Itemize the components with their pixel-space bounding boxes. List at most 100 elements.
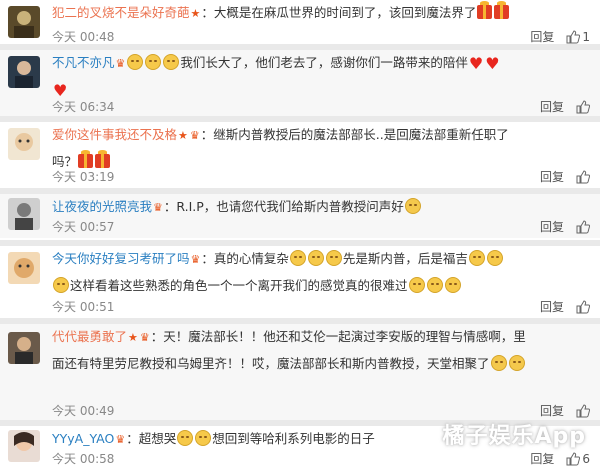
comment-item: 爱你这件事我还不及格★ ♛：继斯内普教授后的魔法部部长..是回魔法部重新任职了吗？… bbox=[0, 122, 600, 188]
comment-text: ：继斯内普教授后的魔法部部长..是回魔法部重新任职了 bbox=[200, 127, 509, 142]
vip-badge-icon: ♛ bbox=[189, 129, 200, 142]
timestamp: 今天 00:51 bbox=[52, 300, 115, 314]
gift-icon bbox=[78, 150, 94, 168]
crying-face-icon bbox=[404, 198, 421, 214]
thumbs-up-icon bbox=[576, 169, 590, 183]
pensive-face-icon bbox=[325, 250, 342, 266]
timestamp: 今天 00:58 bbox=[52, 452, 115, 466]
like-button[interactable] bbox=[576, 299, 590, 314]
comment-actions: 回复 bbox=[540, 298, 590, 315]
avatar[interactable] bbox=[8, 6, 40, 38]
pensive-face-icon bbox=[444, 277, 461, 293]
comment-actions: 回复 bbox=[540, 402, 590, 419]
gift-icon bbox=[477, 1, 493, 19]
avatar[interactable] bbox=[8, 332, 40, 364]
comment-text: ：天！魔法部长！！他还和艾伦一起演过李安版的理智与情感啊，里 bbox=[150, 329, 526, 344]
comment-text-continued: 这样看着这些熟悉的角色一个一个离开我们的感觉真的很难过 bbox=[70, 278, 408, 293]
star-badge-icon: ★ bbox=[178, 129, 188, 142]
like-button[interactable]: 6 bbox=[566, 452, 590, 466]
comment-body: 代代最勇敢了★ ♛：天！魔法部长！！他还和艾伦一起演过李安版的理智与情感啊，里面还… bbox=[52, 324, 592, 377]
sad-face-icon bbox=[127, 54, 144, 70]
pensive-face-icon bbox=[289, 250, 306, 266]
timestamp: 今天 03:19 bbox=[52, 170, 115, 184]
like-button[interactable] bbox=[576, 99, 590, 114]
gift-icon bbox=[494, 1, 510, 19]
reply-button[interactable]: 回复 bbox=[530, 450, 554, 467]
comment-actions: 回复 bbox=[540, 168, 590, 185]
comment-text: ：大概是在麻瓜世界的时间到了，该回到魔法界了 bbox=[201, 5, 477, 20]
avatar[interactable] bbox=[8, 198, 40, 230]
comment-text: ：真的心情复杂 bbox=[201, 251, 289, 266]
star-badge-icon: ★ bbox=[128, 331, 138, 344]
pensive-face-icon bbox=[53, 277, 69, 293]
username[interactable]: 不凡不亦凡 bbox=[52, 55, 115, 70]
username[interactable]: 代代最勇敢了 bbox=[52, 329, 127, 344]
username[interactable]: YYyA_YAO bbox=[52, 431, 114, 446]
comment-text-continued: 面还有特里劳尼教授和乌姆里齐！！哎，魔法部部长和斯内普教授，天堂相聚了 bbox=[52, 356, 490, 371]
reply-button[interactable]: 回复 bbox=[540, 402, 564, 419]
comment-actions: 回复 1 bbox=[530, 28, 590, 45]
like-button[interactable] bbox=[576, 403, 590, 418]
comment-feed: 犯二的叉烧不是朵好奇葩★：大概是在麻瓜世界的时间到了，该回到魔法界了 今天 00… bbox=[0, 0, 600, 475]
pensive-face-icon bbox=[426, 277, 443, 293]
like-count: 1 bbox=[582, 29, 590, 44]
gift-icon bbox=[95, 150, 111, 168]
thumbs-up-icon bbox=[566, 451, 581, 465]
pensive-face-icon bbox=[486, 250, 503, 266]
sad-face-icon bbox=[163, 54, 180, 70]
comment-text-mid: 想回到等哈利系列电影的日子 bbox=[212, 431, 375, 446]
sad-face-icon bbox=[145, 54, 162, 70]
pensive-face-icon bbox=[408, 277, 425, 293]
crying-face-icon bbox=[508, 355, 525, 371]
pensive-face-icon bbox=[177, 430, 194, 446]
reply-button[interactable]: 回复 bbox=[530, 28, 554, 45]
avatar[interactable] bbox=[8, 56, 40, 88]
comment-body: 爱你这件事我还不及格★ ♛：继斯内普教授后的魔法部部长..是回魔法部重新任职了吗？ bbox=[52, 122, 592, 175]
comment-text: ：R.I.P，也请您代我们给斯内普教授问声好 bbox=[163, 199, 404, 214]
heart-icon: ♥ bbox=[468, 54, 484, 73]
reply-button[interactable]: 回复 bbox=[540, 168, 564, 185]
like-button[interactable]: 1 bbox=[566, 30, 590, 44]
watermark: 橘子娱乐App bbox=[442, 424, 586, 449]
vip-badge-icon: ♛ bbox=[139, 331, 150, 344]
avatar[interactable] bbox=[8, 128, 40, 160]
reply-button[interactable]: 回复 bbox=[540, 218, 564, 235]
comment-item: 让夜夜的光照亮我♛：R.I.P，也请您代我们给斯内普教授问声好 今天 00:57… bbox=[0, 194, 600, 238]
username[interactable]: 犯二的叉烧不是朵好奇葩 bbox=[52, 5, 190, 20]
comment-item: 犯二的叉烧不是朵好奇葩★：大概是在麻瓜世界的时间到了，该回到魔法界了 今天 00… bbox=[0, 0, 600, 46]
username[interactable]: 爱你这件事我还不及格 bbox=[52, 127, 177, 142]
avatar[interactable] bbox=[8, 430, 40, 462]
thumbs-up-icon bbox=[576, 99, 590, 113]
thumbs-up-icon bbox=[576, 299, 590, 313]
comment-body: 今天你好好复习考研了吗♛：真的心情复杂 先是斯内普，后是福吉这样看着这些熟悉的角色… bbox=[52, 246, 592, 299]
comment-body: 让夜夜的光照亮我♛：R.I.P，也请您代我们给斯内普教授问声好 bbox=[52, 194, 592, 221]
star-badge-icon: ★ bbox=[190, 7, 201, 20]
timestamp: 今天 00:48 bbox=[52, 30, 115, 44]
crying-face-icon bbox=[490, 355, 507, 371]
comment-item: 代代最勇敢了★ ♛：天！魔法部长！！他还和艾伦一起演过李安版的理智与情感啊，里面还… bbox=[0, 324, 600, 420]
thumbs-up-icon bbox=[576, 219, 590, 233]
username[interactable]: 让夜夜的光照亮我 bbox=[52, 199, 152, 214]
comment-body: 不凡不亦凡♛ 我们长大了，他们老去了，感谢你们一路带来的陪伴♥ ♥ ♥ bbox=[52, 50, 592, 104]
timestamp: 今天 06:34 bbox=[52, 100, 115, 114]
comment-text: ：超想哭 bbox=[126, 431, 177, 446]
timestamp: 今天 00:57 bbox=[52, 220, 115, 234]
comment-text-continued: 吗？ bbox=[52, 154, 78, 169]
comment-item: 今天你好好复习考研了吗♛：真的心情复杂 先是斯内普，后是福吉这样看着这些熟悉的角色… bbox=[0, 246, 600, 316]
comment-body: 犯二的叉烧不是朵好奇葩★：大概是在麻瓜世界的时间到了，该回到魔法界了 bbox=[52, 0, 592, 27]
reply-button[interactable]: 回复 bbox=[540, 98, 564, 115]
avatar[interactable] bbox=[8, 252, 40, 284]
like-button[interactable] bbox=[576, 169, 590, 184]
comment-actions: 回复 bbox=[540, 218, 590, 235]
comment-actions: 回复 bbox=[540, 98, 590, 115]
timestamp: 今天 00:49 bbox=[52, 404, 115, 418]
reply-button[interactable]: 回复 bbox=[540, 298, 564, 315]
thumbs-up-icon bbox=[566, 29, 581, 43]
vip-badge-icon: ♛ bbox=[153, 201, 163, 214]
comment-actions: 回复 6 bbox=[530, 450, 590, 467]
like-button[interactable] bbox=[576, 219, 590, 234]
vip-badge-icon: ♛ bbox=[190, 253, 201, 266]
heart-icon: ♥ bbox=[485, 54, 500, 73]
username[interactable]: 今天你好好复习考研了吗 bbox=[52, 251, 190, 266]
comment-text-mid: 先是斯内普，后是福吉 bbox=[342, 251, 468, 266]
